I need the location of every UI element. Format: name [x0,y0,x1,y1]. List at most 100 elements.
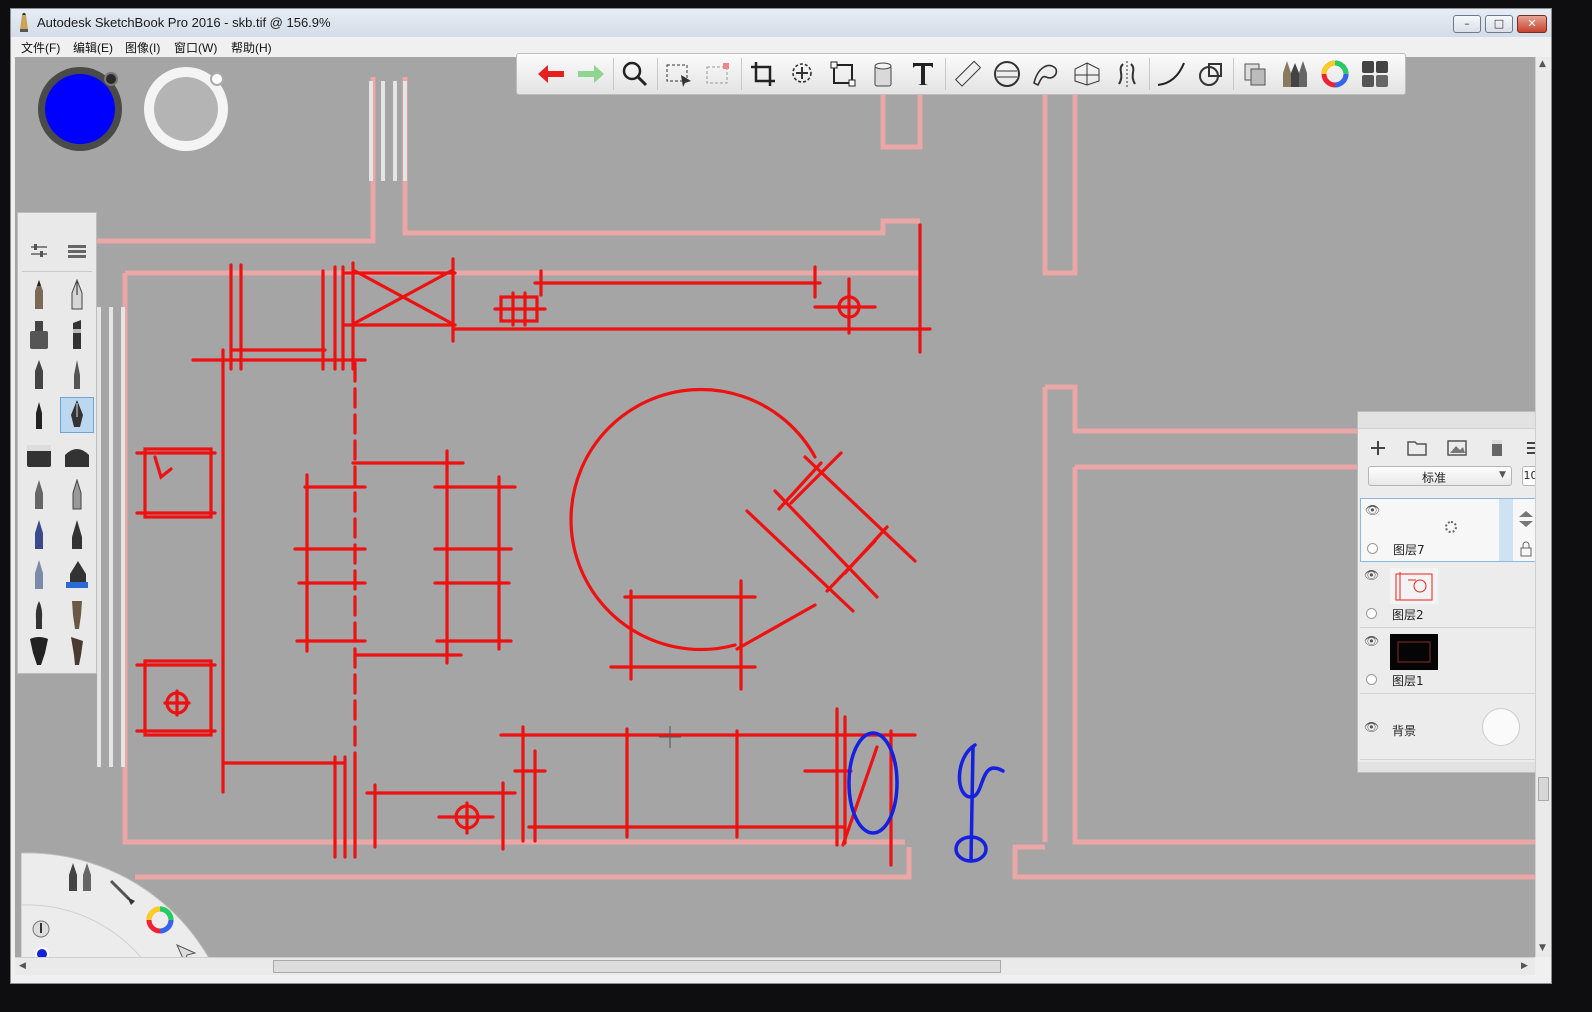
menu-edit[interactable]: 编辑(E) [73,39,113,56]
layer-name: 图层2 [1392,608,1424,622]
shape-icon[interactable] [1193,56,1229,92]
visibility-eye-icon[interactable]: 👁 [1365,503,1380,517]
blend-mode-select[interactable]: 标准 ▼ [1368,466,1512,486]
perspective-icon[interactable] [1069,56,1105,92]
palette-grid-icon[interactable] [1357,56,1393,92]
zoom-icon[interactable] [617,56,653,92]
scroll-down-icon[interactable]: ▼ [1539,943,1546,953]
eraser-hard-icon[interactable] [22,437,56,473]
calligraphy-pen-icon[interactable] [60,397,94,433]
smudge-icon[interactable] [22,557,56,593]
brush-size-icon[interactable] [31,919,51,939]
layer-select-radio[interactable] [1366,608,1377,619]
round-brush-icon[interactable] [22,597,56,633]
rect-select-icon[interactable] [661,56,697,92]
fine-pen-icon[interactable] [60,357,94,393]
horizontal-scrollbar[interactable]: ◀ ▶ [15,957,1535,975]
layer-lock-icon[interactable] [1516,540,1536,558]
ruler-icon[interactable] [949,56,985,92]
airbrush-icon[interactable] [22,477,56,513]
menu-file[interactable]: 文件(F) [21,39,60,56]
visibility-eye-icon[interactable]: 👁 [1364,568,1379,582]
sketch-drawing [95,77,1535,880]
add-image-icon[interactable] [1446,438,1468,458]
marker-icon[interactable] [22,317,56,353]
stroke-icon[interactable] [1153,56,1189,92]
add-layer-icon[interactable] [1368,438,1388,458]
dark-pen-icon[interactable] [60,517,94,553]
app-window: Autodesk SketchBook Pro 2016 - skb.tif @… [10,8,1552,984]
clear-layer-icon[interactable] [1486,438,1508,458]
symmetry-icon[interactable] [1109,56,1145,92]
flat-brush-icon[interactable] [60,597,94,633]
layer-row-7[interactable]: 👁 图层7 [1360,498,1538,562]
brush-list-icon[interactable] [60,233,94,269]
maximize-button[interactable]: □ [1485,15,1513,33]
move-rotate-icon[interactable] [785,56,821,92]
vertical-scrollbar[interactable]: ▲ ▼ [1535,57,1551,957]
undo-icon[interactable] [533,56,569,92]
paint-brush-lagoon-icon[interactable] [107,877,137,907]
minimize-button[interactable]: – [1453,15,1481,33]
layer-select-radio[interactable] [1367,543,1378,554]
vertical-scroll-thumb[interactable] [1538,777,1549,801]
close-button[interactable]: ✕ [1517,15,1547,33]
visibility-eye-icon[interactable]: 👁 [1364,634,1379,648]
scroll-left-icon[interactable]: ◀ [19,961,26,971]
layer-row-background[interactable]: 👁 背景 [1360,696,1538,760]
text-icon[interactable] [905,56,941,92]
fill-bucket-icon[interactable] [865,56,901,92]
layer-move-icon[interactable] [1516,510,1536,528]
layer-row-1[interactable]: 👁 图层1 [1360,630,1538,694]
layer-panel-header[interactable] [1358,412,1551,429]
copy-paste-icon[interactable] [1237,56,1273,92]
felt-tip-icon[interactable] [60,477,94,513]
primary-color-puck[interactable] [35,63,125,153]
scroll-right-icon[interactable]: ▶ [1521,961,1528,971]
select-arrow-icon[interactable] [173,941,199,957]
current-color-dot[interactable] [35,947,49,957]
menu-window[interactable]: 窗口(W) [174,39,217,56]
menu-help[interactable]: 帮助(H) [231,39,272,56]
paint-brush-icon[interactable] [22,633,56,669]
layer-panel-resize-handle[interactable] [1358,762,1551,772]
empty-layer-thumbnail [1445,521,1457,533]
pencil-icon[interactable] [22,277,56,313]
layer-selected-handle[interactable] [1499,499,1513,561]
layer-select-radio[interactable] [1366,674,1377,685]
lasso-select-icon[interactable] [701,56,737,92]
bristle-brush-icon[interactable] [60,633,94,669]
brush-palette [17,212,97,674]
brush-properties-icon[interactable] [22,233,56,269]
cursor-crosshair [659,726,681,748]
ink-pen-icon[interactable] [22,397,56,433]
horizontal-scroll-thumb[interactable] [273,960,1001,973]
french-curve-icon[interactable] [1029,56,1065,92]
crop-icon[interactable] [745,56,781,92]
drawing-canvas[interactable] [15,57,1535,957]
chisel-marker-icon[interactable] [60,317,94,353]
ellipse-guide-icon[interactable] [989,56,1025,92]
layer-row-2[interactable]: 👁 图层2 [1360,564,1538,628]
layer-group-icon[interactable] [1406,438,1428,458]
blue-fill-icon[interactable] [60,557,94,593]
brush-tools-icon[interactable] [67,861,95,893]
blue-ink-icon[interactable] [22,517,56,553]
color-wheel-icon[interactable] [1317,56,1353,92]
secondary-color-puck[interactable] [141,63,231,153]
menu-image[interactable]: 图像(I) [125,39,160,56]
ballpoint-pen-icon[interactable] [60,277,94,313]
eraser-soft-icon[interactable] [60,437,94,473]
primary-color-swatch [45,74,115,144]
layer-thumbnail [1390,634,1438,670]
hard-pencil-icon[interactable] [22,357,56,393]
color-wheel-lagoon-icon[interactable] [145,905,175,935]
transform-icon[interactable] [825,56,861,92]
title-bar[interactable]: Autodesk SketchBook Pro 2016 - skb.tif @… [11,9,1551,37]
brush-library-icon[interactable] [1277,56,1313,92]
background-color-swatch[interactable] [1482,708,1520,746]
scroll-up-icon[interactable]: ▲ [1539,59,1546,69]
visibility-eye-icon[interactable]: 👁 [1364,720,1379,734]
blend-mode-value: 标准 [1421,471,1446,485]
redo-icon[interactable] [573,56,609,92]
